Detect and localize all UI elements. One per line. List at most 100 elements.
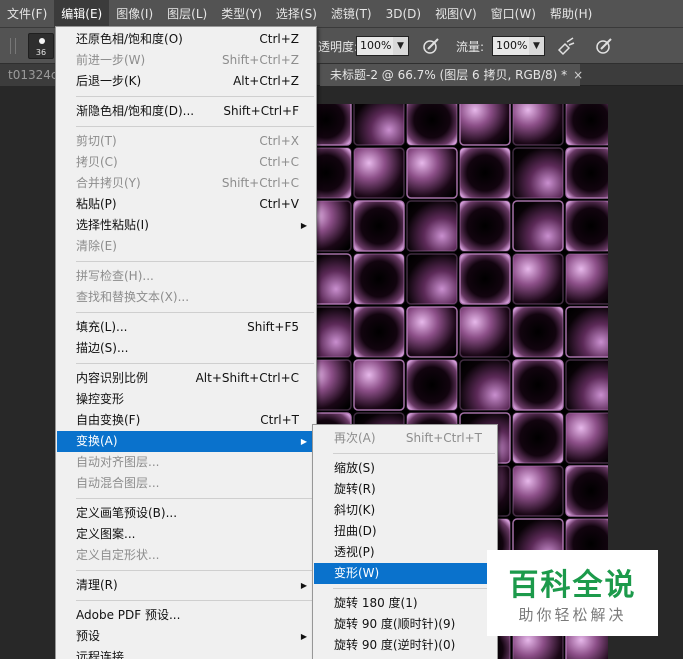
menu-item-label: 后退一步(K) — [76, 74, 142, 88]
menu-item-label: 自动对齐图层... — [76, 455, 160, 469]
glow-tile — [353, 306, 405, 358]
transform-submenu-item[interactable]: 扭曲(D) — [314, 521, 498, 542]
menubar-item-0[interactable]: 文件(F) — [0, 0, 54, 28]
menu-item-label: 旋转(R) — [334, 482, 376, 496]
menu-separator — [76, 126, 314, 127]
tab-active-document[interactable]: 未标题-2 @ 66.7% (图层 6 拷贝, RGB/8) * × — [320, 64, 583, 86]
tab-close-icon[interactable]: × — [573, 68, 583, 82]
menu-item-shortcut: Shift+Ctrl+F — [223, 104, 299, 118]
menubar-item-5[interactable]: 选择(S) — [269, 0, 324, 28]
menubar-item-10[interactable]: 帮助(H) — [543, 0, 599, 28]
menu-item-shortcut: Ctrl+Z — [259, 32, 299, 46]
brush-preset-picker[interactable]: 36 — [28, 33, 54, 59]
edit-menu-item[interactable]: 还原色相/饱和度(O) Ctrl+Z — [57, 29, 315, 50]
edit-menu-item[interactable]: 远程连接... — [57, 647, 315, 659]
submenu-arrow-icon: ▶ — [300, 437, 307, 446]
flow-dropdown-button[interactable]: ▼ — [529, 36, 545, 56]
glow-tile — [565, 359, 608, 411]
opacity-label: 透明度: — [318, 40, 359, 54]
edit-menu-item: 定义自定形状... — [57, 545, 315, 566]
edit-menu-item[interactable]: Adobe PDF 预设... — [57, 605, 315, 626]
submenu-arrow-icon: ▶ — [300, 581, 307, 590]
glow-tile — [565, 465, 608, 517]
edit-menu-item[interactable]: 定义画笔预设(B)... — [57, 503, 315, 524]
edit-menu-item[interactable]: 填充(L)... Shift+F5 — [57, 317, 315, 338]
glow-tile — [406, 104, 458, 146]
menu-item-label: 透视(P) — [334, 545, 375, 559]
menu-item-label: Adobe PDF 预设... — [76, 608, 181, 622]
menu-separator — [76, 363, 314, 364]
glow-tile — [406, 147, 458, 199]
glow-tile — [353, 200, 405, 252]
menubar-item-7[interactable]: 3D(D) — [379, 0, 428, 28]
menu-item-label: 操控变形 — [76, 392, 125, 406]
transform-submenu-item: 再次(A) Shift+Ctrl+T — [314, 428, 498, 449]
watermark-subtitle: 助你轻松解决 — [518, 606, 627, 624]
edit-menu-item: 清除(E) — [57, 236, 315, 257]
transform-submenu-item[interactable]: 缩放(S) — [314, 458, 498, 479]
opacity-dropdown-button[interactable]: ▼ — [393, 36, 409, 56]
edit-menu-item: 合并拷贝(Y) Shift+Ctrl+C — [57, 173, 315, 194]
glow-tile — [512, 104, 564, 146]
watermark-title: 百科全说 — [508, 568, 637, 603]
menu-item-label: 拷贝(C) — [76, 155, 118, 169]
transform-submenu-item[interactable]: 旋转 90 度(顺时针)(9) — [314, 614, 498, 635]
pressure-opacity-icon[interactable] — [421, 36, 441, 56]
glow-tile — [512, 147, 564, 199]
transform-submenu-item[interactable]: 斜切(K) — [314, 500, 498, 521]
edit-menu-item[interactable]: 变换(A) ▶ — [57, 431, 315, 452]
edit-menu-item[interactable]: 自由变换(F) Ctrl+T — [57, 410, 315, 431]
menubar-item-1[interactable]: 编辑(E) — [54, 0, 110, 28]
edit-menu-item[interactable]: 渐隐色相/饱和度(D)... Shift+Ctrl+F — [57, 101, 315, 122]
glow-tile — [512, 253, 564, 305]
glow-tile — [459, 306, 511, 358]
menu-item-label: 定义自定形状... — [76, 548, 160, 562]
edit-menu-item[interactable]: 选择性粘贴(I) ▶ — [57, 215, 315, 236]
menu-item-label: 定义画笔预设(B)... — [76, 506, 178, 520]
edit-menu-item[interactable]: 描边(S)... — [57, 338, 315, 359]
edit-menu-item[interactable]: 粘贴(P) Ctrl+V — [57, 194, 315, 215]
airbrush-icon[interactable] — [556, 36, 576, 56]
menubar-item-2[interactable]: 图像(I) — [109, 0, 160, 28]
transform-submenu-item[interactable]: 旋转 180 度(1) — [314, 593, 498, 614]
edit-menu-item[interactable]: 清理(R) ▶ — [57, 575, 315, 596]
tab-inactive-document[interactable]: t01324c — [0, 64, 60, 86]
edit-menu-item[interactable]: 内容识别比例 Alt+Shift+Ctrl+C — [57, 368, 315, 389]
transform-submenu-item[interactable]: 旋转(R) — [314, 479, 498, 500]
flow-label: 流量: — [456, 40, 485, 54]
glow-tile — [565, 104, 608, 146]
menu-item-label: 变形(W) — [334, 566, 380, 580]
glow-tile — [512, 359, 564, 411]
submenu-arrow-icon: ▶ — [300, 221, 307, 230]
transform-submenu-item[interactable]: 变形(W) — [314, 563, 498, 584]
menu-item-label: 定义图案... — [76, 527, 136, 541]
menu-item-label: 清除(E) — [76, 239, 117, 253]
menubar-item-6[interactable]: 滤镜(T) — [324, 0, 379, 28]
glow-tile — [406, 359, 458, 411]
glow-tile — [353, 253, 405, 305]
menu-separator — [76, 570, 314, 571]
menu-item-shortcut: Ctrl+T — [260, 413, 299, 427]
menubar-item-4[interactable]: 类型(Y) — [214, 0, 269, 28]
pressure-size-icon[interactable] — [594, 36, 614, 56]
tab-inactive-label: t01324c — [8, 68, 58, 82]
transform-submenu-item[interactable]: 透视(P) — [314, 542, 498, 563]
menubar-item-3[interactable]: 图层(L) — [160, 0, 214, 28]
menu-item-label: 描边(S)... — [76, 341, 129, 355]
menu-item-label: 旋转 180 度(1) — [334, 596, 418, 610]
edit-menu-item[interactable]: 预设 ▶ — [57, 626, 315, 647]
menu-item-shortcut: Ctrl+X — [259, 134, 299, 148]
menubar-item-8[interactable]: 视图(V) — [428, 0, 484, 28]
glow-tile — [353, 104, 405, 146]
transform-submenu-item[interactable]: 旋转 90 度(逆时针)(0) — [314, 635, 498, 656]
menubar-item-9[interactable]: 窗口(W) — [484, 0, 543, 28]
edit-menu-item[interactable]: 后退一步(K) Alt+Ctrl+Z — [57, 71, 315, 92]
menu-item-label: 还原色相/饱和度(O) — [76, 32, 183, 46]
edit-menu-item[interactable]: 定义图案... — [57, 524, 315, 545]
options-bar-grip[interactable] — [10, 38, 16, 54]
menu-separator — [76, 96, 314, 97]
edit-menu-item[interactable]: 操控变形 — [57, 389, 315, 410]
menu-separator — [76, 498, 314, 499]
glow-tile — [565, 253, 608, 305]
glow-tile — [406, 200, 458, 252]
